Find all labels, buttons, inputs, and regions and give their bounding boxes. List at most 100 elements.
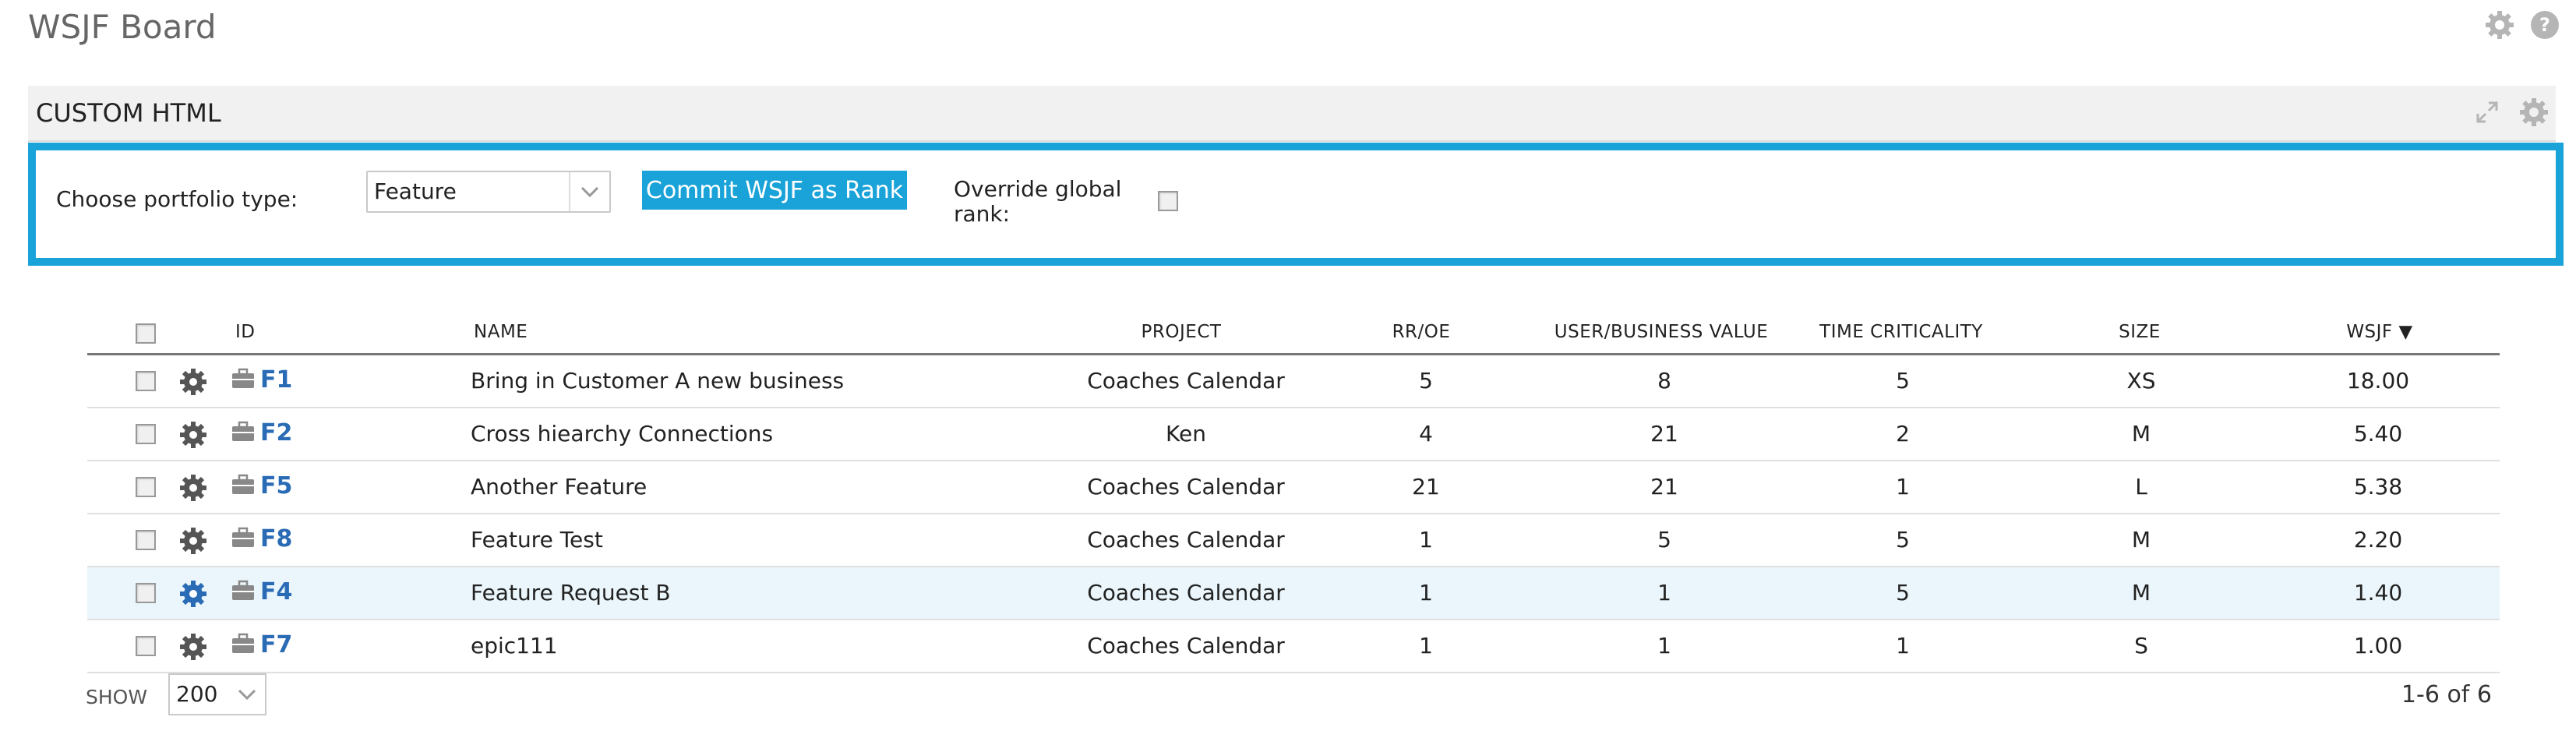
row-project: Ken <box>1166 421 1206 447</box>
row-id-link[interactable]: F2 <box>260 419 292 447</box>
gear-icon[interactable] <box>178 366 209 397</box>
table-row[interactable]: F1 Bring in Customer A new business Coac… <box>87 355 2500 408</box>
pager-count: 1-6 of 6 <box>2401 681 2492 708</box>
row-id-link[interactable]: F4 <box>260 578 292 606</box>
row-time-criticality: 1 <box>1896 633 1910 659</box>
portfolio-type-label: Choose portfolio type: <box>56 186 298 212</box>
row-rroe: 1 <box>1419 633 1433 659</box>
row-time-criticality: 5 <box>1896 368 1910 394</box>
row-rroe: 1 <box>1419 527 1433 553</box>
top-icons: ? <box>2484 9 2560 41</box>
page-title: WSJF Board <box>28 8 217 46</box>
row-id-link[interactable]: F5 <box>260 472 292 500</box>
row-checkbox[interactable] <box>136 583 156 603</box>
row-size: M <box>2131 421 2151 447</box>
gear-icon[interactable] <box>178 472 209 503</box>
row-project: Coaches Calendar <box>1087 580 1285 606</box>
row-checkbox[interactable] <box>136 424 156 444</box>
row-value: 21 <box>1650 474 1678 500</box>
table-row[interactable]: F2 Cross hiearchy Connections Ken 4 21 2… <box>87 408 2500 461</box>
row-wsjf: 1.00 <box>2353 633 2403 659</box>
row-value: 8 <box>1657 368 1671 394</box>
row-rroe: 5 <box>1419 368 1433 394</box>
portfolio-type-value: Feature <box>374 178 457 204</box>
row-time-criticality: 5 <box>1896 527 1910 553</box>
row-wsjf: 5.38 <box>2353 474 2403 500</box>
row-time-criticality: 1 <box>1896 474 1910 500</box>
row-rroe: 4 <box>1419 421 1433 447</box>
row-size: S <box>2134 633 2148 659</box>
grid-body: F1 Bring in Customer A new business Coac… <box>87 355 2500 673</box>
row-name: Cross hiearchy Connections <box>471 421 774 447</box>
chevron-down-icon <box>569 172 599 211</box>
row-time-criticality: 5 <box>1896 580 1910 606</box>
row-time-criticality: 2 <box>1896 421 1910 447</box>
table-row[interactable]: F4 Feature Request B Coaches Calendar 1 … <box>87 567 2500 620</box>
help-icon[interactable]: ? <box>2529 9 2560 41</box>
gear-icon[interactable] <box>2484 9 2515 41</box>
gear-icon[interactable] <box>178 419 209 450</box>
briefcase-icon <box>232 421 254 441</box>
row-id-link[interactable]: F7 <box>260 631 292 659</box>
row-size: XS <box>2126 368 2156 394</box>
column-header-size[interactable]: SIZE <box>2119 322 2161 342</box>
gear-icon[interactable] <box>178 525 209 556</box>
select-all-checkbox[interactable] <box>136 323 156 344</box>
table-row[interactable]: F7 epic111 Coaches Calendar 1 1 1 S 1.00 <box>87 620 2500 673</box>
row-checkbox[interactable] <box>136 477 156 497</box>
override-rank-checkbox[interactable] <box>1158 191 1178 211</box>
column-header-project[interactable]: PROJECT <box>1142 322 1222 342</box>
briefcase-icon <box>232 633 254 653</box>
row-size: M <box>2131 580 2151 606</box>
table-row[interactable]: F5 Another Feature Coaches Calendar 21 2… <box>87 461 2500 514</box>
row-project: Coaches Calendar <box>1087 474 1285 500</box>
row-project: Coaches Calendar <box>1087 633 1285 659</box>
row-wsjf: 18.00 <box>2346 368 2410 394</box>
row-rroe: 21 <box>1412 474 1440 500</box>
row-value: 1 <box>1657 633 1671 659</box>
row-name: Feature Request B <box>471 580 671 606</box>
row-name: Bring in Customer A new business <box>471 368 845 394</box>
row-value: 1 <box>1657 580 1671 606</box>
table-row[interactable]: F8 Feature Test Coaches Calendar 1 5 5 M… <box>87 514 2500 567</box>
row-project: Coaches Calendar <box>1087 527 1285 553</box>
row-rroe: 1 <box>1419 580 1433 606</box>
controls-panel: Choose portfolio type: Feature Commit WS… <box>28 143 2564 266</box>
expand-icon[interactable] <box>2473 98 2501 126</box>
briefcase-icon <box>232 580 254 600</box>
row-id-link[interactable]: F8 <box>260 525 292 553</box>
wsjf-grid: ID NAME PROJECT RR/OE USER/BUSINESS VALU… <box>87 316 2500 673</box>
column-header-id[interactable]: ID <box>235 322 256 342</box>
column-header-rroe[interactable]: RR/OE <box>1392 322 1451 342</box>
grid-header: ID NAME PROJECT RR/OE USER/BUSINESS VALU… <box>87 316 2500 355</box>
briefcase-icon <box>232 527 254 547</box>
row-size: L <box>2135 474 2147 500</box>
row-checkbox[interactable] <box>136 530 156 550</box>
sort-descending-icon: ▼ <box>2398 322 2413 342</box>
page-size-select[interactable]: 200 <box>168 673 266 715</box>
row-value: 21 <box>1650 421 1678 447</box>
panel-header: CUSTOM HTML <box>28 86 2556 142</box>
commit-wsjf-button[interactable]: Commit WSJF as Rank <box>642 171 907 210</box>
briefcase-icon <box>232 474 254 494</box>
column-header-value[interactable]: USER/BUSINESS VALUE <box>1554 322 1768 342</box>
row-id-link[interactable]: F1 <box>260 366 292 394</box>
gear-icon[interactable] <box>178 578 209 609</box>
column-header-wsjf[interactable]: WSJF ▼ <box>2346 322 2412 342</box>
panel-icons <box>2473 97 2550 128</box>
chevron-down-icon <box>238 689 256 701</box>
row-name: Feature Test <box>471 527 603 553</box>
svg-text:?: ? <box>2539 14 2550 36</box>
row-wsjf: 1.40 <box>2353 580 2403 606</box>
page-size-value: 200 <box>176 681 218 707</box>
column-header-time-criticality[interactable]: TIME CRITICALITY <box>1819 322 1983 342</box>
column-header-name[interactable]: NAME <box>474 322 528 342</box>
briefcase-icon <box>232 368 254 388</box>
row-name: epic111 <box>471 633 558 659</box>
row-checkbox[interactable] <box>136 371 156 391</box>
row-checkbox[interactable] <box>136 636 156 656</box>
portfolio-type-select[interactable]: Feature <box>366 171 611 213</box>
gear-icon[interactable] <box>2518 97 2550 128</box>
panel-title: CUSTOM HTML <box>36 98 221 128</box>
gear-icon[interactable] <box>178 631 209 662</box>
